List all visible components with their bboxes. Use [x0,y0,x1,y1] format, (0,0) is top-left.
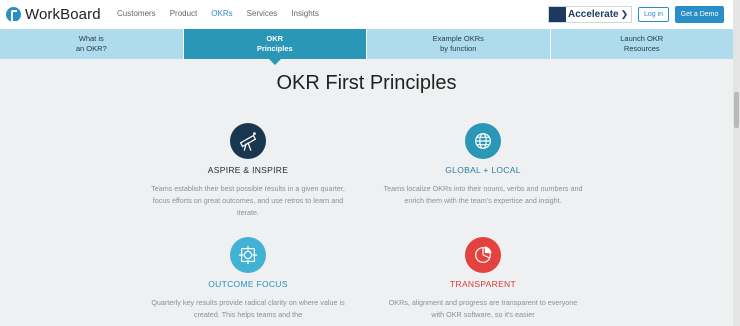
tab-okr-principles[interactable]: OKR Principles [183,29,367,65]
principle-description: Quarterly key results provide radical cl… [151,298,345,319]
principle-title: OUTCOME FOCUS [208,279,288,289]
principle-outcome-focus: OUTCOME FOCUS Quarterly key results prov… [148,237,348,321]
page-title: OKR First Principles [276,72,457,94]
globe-icon [465,123,501,159]
telescope-icon [230,123,266,159]
nav-link-customers[interactable]: Customers [117,9,156,18]
nav-link-product[interactable]: Product [170,9,198,18]
principle-title: GLOBAL + LOCAL [445,165,521,175]
tab-what-is-okr[interactable]: What is an OKR? [0,29,184,59]
brand-name: WorkBoard [25,6,101,23]
accelerate-logo-mark [549,7,566,22]
tab-label: Example OKRs by function [432,34,484,53]
page-scrollbar[interactable] [733,0,740,326]
principle-aspire-inspire: ASPIRE & INSPIRE Teams establish their b… [148,123,348,219]
workboard-logo-icon [6,7,21,23]
top-navigation: WorkBoard Customers Product OKRs Service… [0,0,733,29]
principle-description: OKRs, alignment and progress are transpa… [388,298,578,319]
accelerate-label: Accelerate [568,9,619,20]
principle-title: ASPIRE & INSPIRE [207,165,289,175]
workboard-logo[interactable]: WorkBoard [6,6,101,23]
principle-global-local: GLOBAL + LOCAL Teams localize OKRs into … [383,123,583,207]
principle-transparent: TRANSPARENT OKRs, alignment and progress… [383,237,583,321]
tab-label: What is an OKR? [75,34,107,53]
nav-link-insights[interactable]: Insights [291,9,319,18]
chevron-right-icon: ❯ [620,9,629,19]
principle-description: Teams localize OKRs into their nouns, ve… [383,184,583,205]
tab-label: OKR Principles [256,34,293,53]
tab-launch-resources[interactable]: Launch OKR Resources [550,29,733,59]
nav-link-services[interactable]: Services [247,9,278,18]
login-button[interactable]: Log in [638,7,669,22]
get-demo-button[interactable]: Get a Demo [675,6,724,23]
tab-example-okrs[interactable]: Example OKRs by function [367,29,551,59]
principle-description: Teams establish their best possible resu… [151,184,345,217]
nav-links: Customers Product OKRs Services Insights [117,9,333,18]
principle-title: TRANSPARENT [450,279,516,289]
scrollbar-thumb[interactable] [734,92,739,128]
nav-link-okrs[interactable]: OKRs [211,9,232,18]
okr-section-tabs: What is an OKR? OKR Principles Example O… [0,29,733,65]
accelerate-banner[interactable]: Accelerate ❯ [548,6,632,23]
target-icon [230,237,266,273]
tab-label: Launch OKR Resources [620,34,664,53]
pie-chart-icon [465,237,501,273]
